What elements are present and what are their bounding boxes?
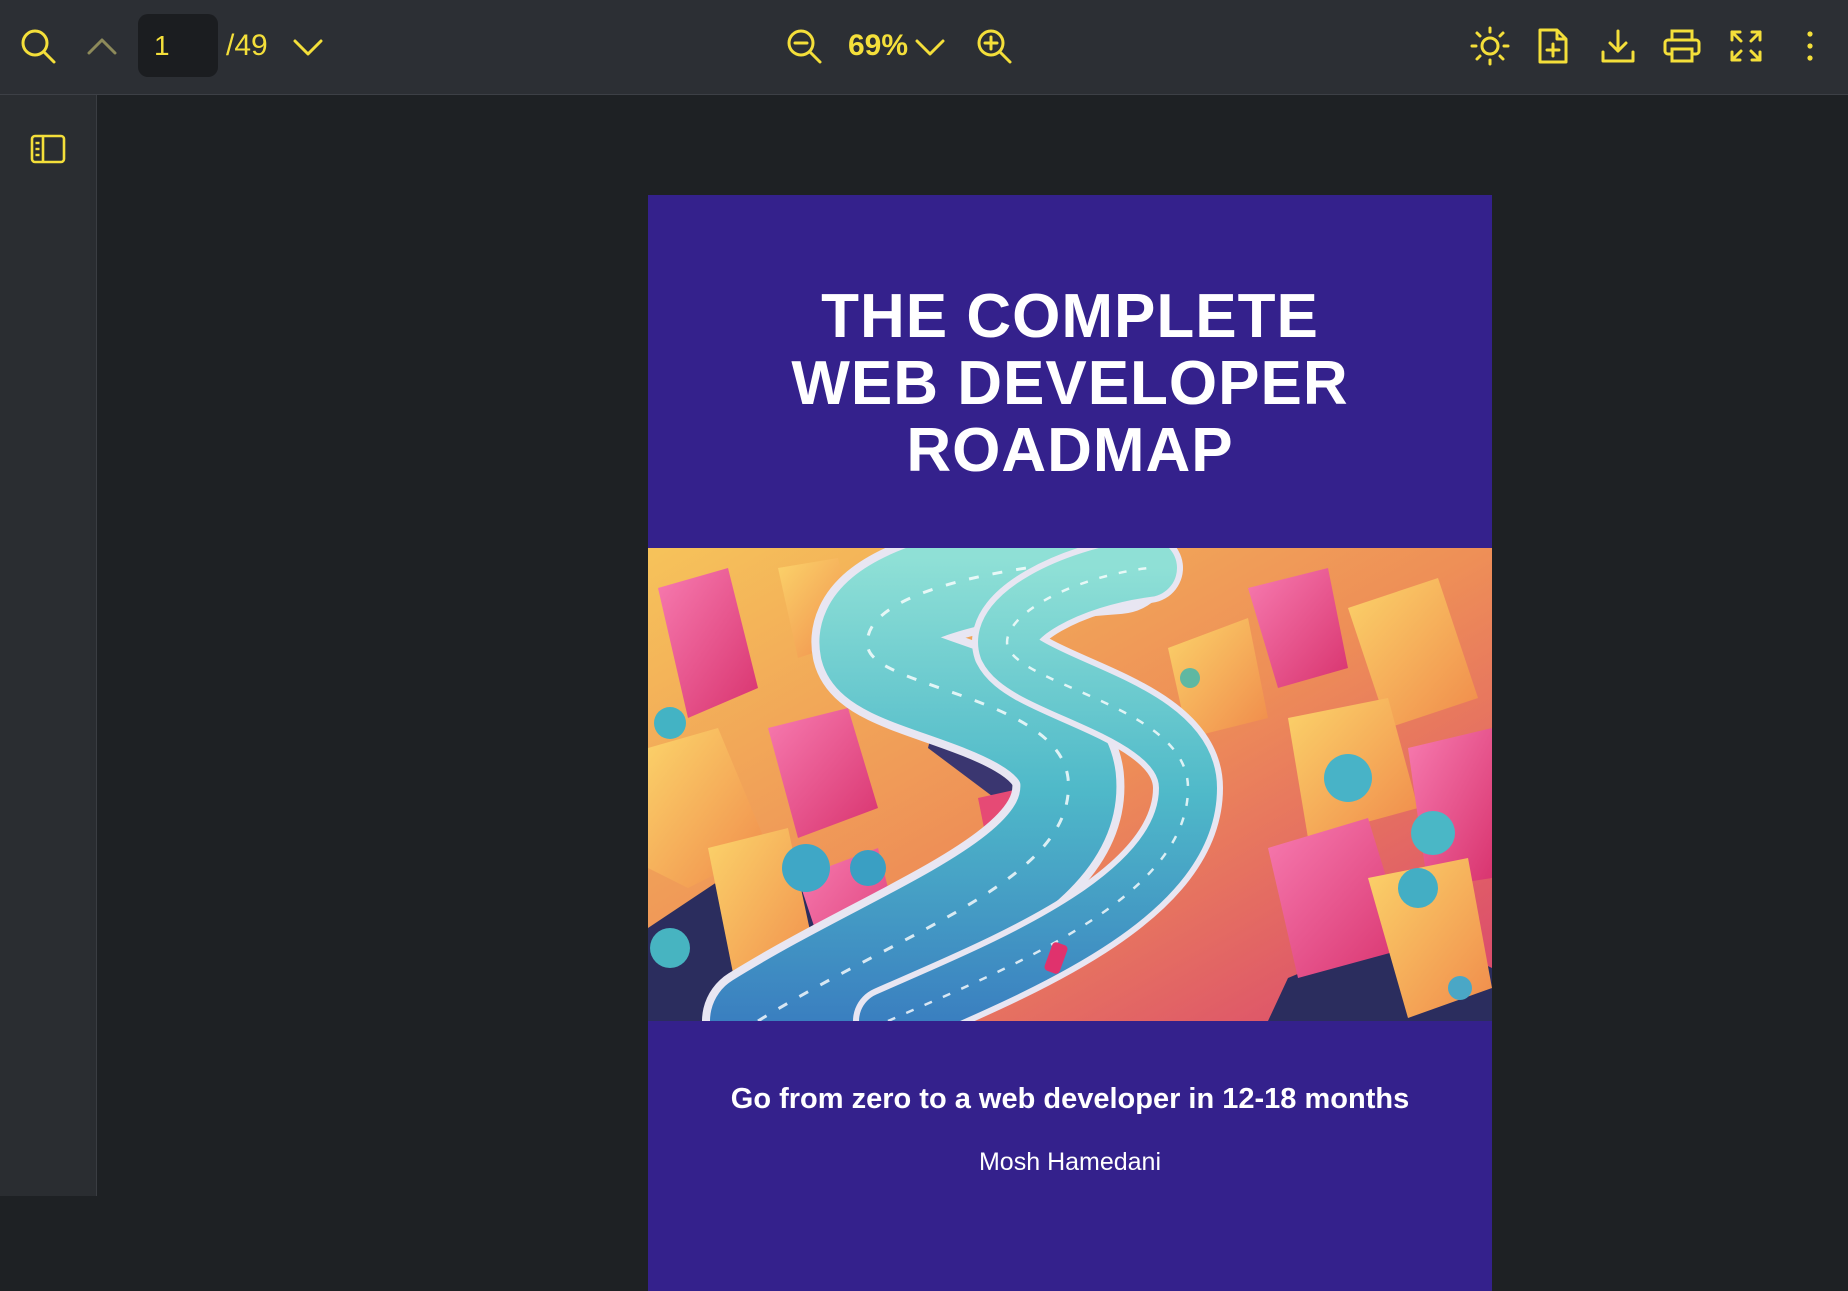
cover-title-line: WEB DEVELOPER xyxy=(791,349,1349,418)
next-page-button[interactable] xyxy=(290,30,326,66)
page-count-label: /49 xyxy=(226,29,268,62)
zoom-out-icon xyxy=(787,29,822,64)
cover-title: THE COMPLETE WEB DEVELOPER ROADMAP xyxy=(648,283,1492,484)
zoom-menu-button[interactable] xyxy=(912,30,948,66)
expand-icon xyxy=(1730,30,1762,62)
sidebar xyxy=(0,95,97,1196)
chevron-down-icon xyxy=(915,39,945,56)
chevron-down-icon xyxy=(293,39,323,56)
sun-icon xyxy=(1470,26,1510,66)
more-options-button[interactable] xyxy=(1796,24,1824,68)
cover-illustration xyxy=(648,548,1492,1021)
theme-toggle-button[interactable] xyxy=(1468,24,1512,68)
cover-title-line: THE COMPLETE xyxy=(821,282,1319,351)
pdf-toolbar: /49 69% xyxy=(0,0,1848,95)
zoom-level-label: 69% xyxy=(848,29,909,62)
previous-page-button[interactable] xyxy=(84,24,120,68)
download-button[interactable] xyxy=(1596,24,1640,68)
printer-icon xyxy=(1663,29,1701,63)
search-button[interactable] xyxy=(16,24,60,68)
cover-subtitle: Go from zero to a web developer in 12-18… xyxy=(730,1083,1410,1115)
file-plus-icon xyxy=(1538,28,1568,64)
cover-author: Mosh Hamedani xyxy=(978,1148,1162,1176)
zoom-out-button[interactable] xyxy=(782,24,826,68)
more-vertical-icon xyxy=(1807,31,1813,61)
zoom-in-button[interactable] xyxy=(972,24,1016,68)
open-file-button[interactable] xyxy=(1533,24,1573,68)
cover-title-line: ROADMAP xyxy=(906,416,1234,485)
pdf-page-1: THE COMPLETE WEB DEVELOPER ROADMAP Go fr… xyxy=(648,195,1492,1291)
sidebar-panel-icon xyxy=(30,134,66,164)
page-number-input[interactable] xyxy=(138,14,218,77)
search-icon xyxy=(21,29,56,64)
chevron-up-icon xyxy=(87,38,117,55)
sidebar-toggle-button[interactable] xyxy=(26,129,70,169)
download-icon xyxy=(1601,29,1635,63)
document-viewer[interactable]: THE COMPLETE WEB DEVELOPER ROADMAP Go fr… xyxy=(97,95,1848,1291)
print-button[interactable] xyxy=(1659,24,1705,68)
fullscreen-button[interactable] xyxy=(1724,24,1768,68)
zoom-in-icon xyxy=(977,29,1012,64)
